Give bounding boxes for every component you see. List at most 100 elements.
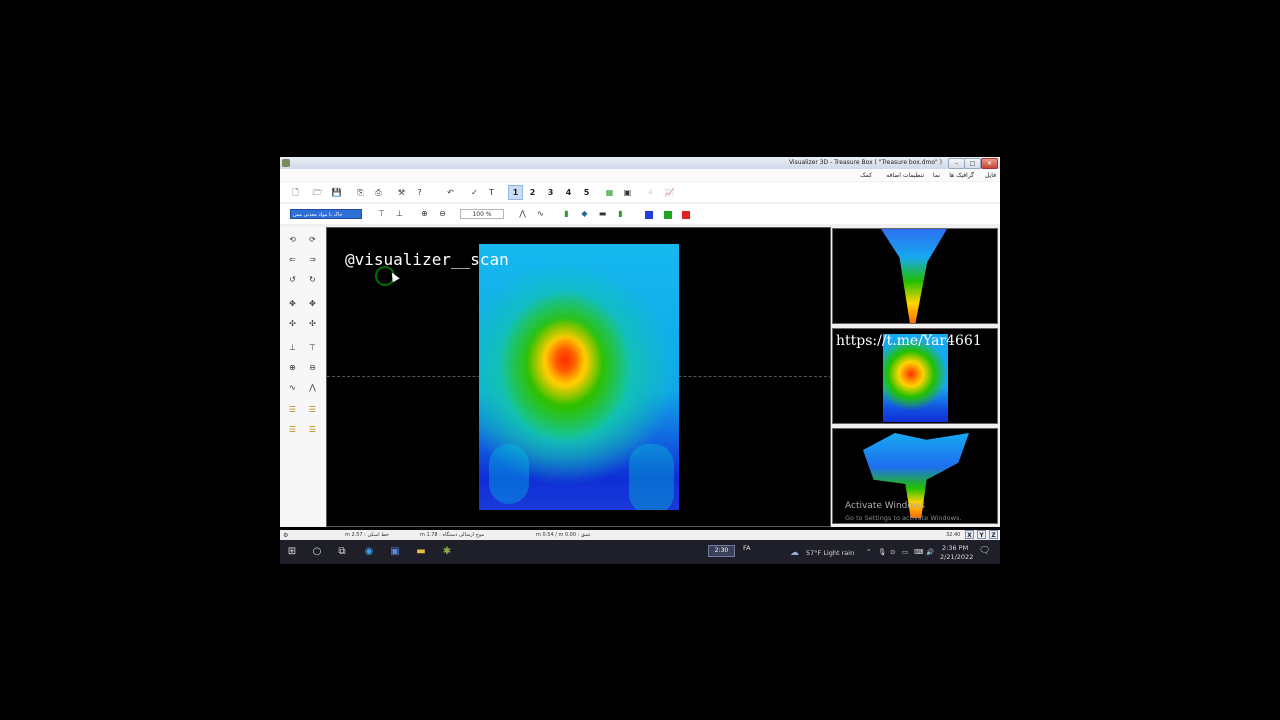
zoom-in-icon[interactable]: ⊕ <box>418 207 431 220</box>
windows-start-icon[interactable]: ⊞ <box>286 546 298 558</box>
stack-alt-icon[interactable]: ☰ <box>306 423 319 436</box>
window-title: Visualizer 3D - Treasure Box ( "Treasure… <box>788 159 942 166</box>
menu-help[interactable]: کمک <box>860 172 872 179</box>
search-icon[interactable]: ○ <box>311 546 323 558</box>
weather-text[interactable]: 57°F Light rain <box>806 549 854 557</box>
activate-windows-title: Activate Windows <box>845 501 925 511</box>
peak-side-icon[interactable]: ⋀ <box>306 381 319 394</box>
pan-alt-icon[interactable]: ✣ <box>306 317 319 330</box>
volume-icon[interactable]: 🔊 <box>926 548 934 556</box>
level-down-icon[interactable]: ⊥ <box>286 341 299 354</box>
tilt-right-icon[interactable]: ↻ <box>306 273 319 286</box>
export-icon[interactable]: ⎘ <box>354 186 367 199</box>
microphone-icon[interactable]: 🎙 <box>878 548 886 556</box>
axis-y-button[interactable]: Y <box>977 530 986 539</box>
material-select[interactable]: خاک با مواد معدنی مس <box>290 209 362 219</box>
file-explorer-icon[interactable]: ▬ <box>415 546 427 558</box>
new-file-icon[interactable]: 🗋 <box>289 186 302 199</box>
layer-icon[interactable]: ▮ <box>560 207 573 220</box>
scan-icon[interactable]: ✓ <box>468 186 481 199</box>
view-3-button[interactable]: 3 <box>544 186 557 199</box>
task-view-icon[interactable]: ⧉ <box>336 546 348 558</box>
rotate-up-left-icon[interactable]: ⟲ <box>286 233 299 246</box>
status-depth: m 0.54 / m 0.00 : عمق <box>536 532 591 538</box>
scan-canvas[interactable]: @visualizer__scan <box>326 227 831 527</box>
print-icon[interactable]: ⎙ <box>372 186 385 199</box>
open-folder-icon[interactable]: 🗁 <box>311 186 324 199</box>
close-button[interactable]: ✕ <box>981 158 998 169</box>
axis-z-button[interactable]: Z <box>989 530 998 539</box>
plane-icon[interactable]: ◆ <box>578 207 591 220</box>
control-panel-icon[interactable]: ▣ <box>389 546 401 558</box>
pan-icon[interactable]: ✣ <box>286 317 299 330</box>
visualizer-app-icon[interactable]: ✱ <box>441 546 453 558</box>
rotate-right-icon[interactable]: ⇒ <box>306 253 319 266</box>
axis-x-button[interactable]: X <box>965 530 974 539</box>
menu-settings[interactable]: تنظیمات اضافه <box>886 172 924 179</box>
status-device-wave: m 1.78 : موج ارسالی دستگاه <box>420 532 485 538</box>
maximize-button[interactable]: □ <box>964 158 981 169</box>
language-indicator[interactable]: FA <box>743 544 751 552</box>
view-2-button[interactable]: 2 <box>526 186 539 199</box>
view-5-button[interactable]: 5 <box>580 186 593 199</box>
heatmap-image <box>479 244 679 510</box>
stack-icon[interactable]: ☰ <box>286 423 299 436</box>
edge-icon[interactable]: ◉ <box>363 546 375 558</box>
heatmap-right-patch <box>629 444 674 510</box>
status-scan-line: m 2.57 : خط اسکن <box>345 532 390 538</box>
layer-down-icon[interactable]: ☰ <box>306 403 319 416</box>
preview-surface[interactable]: Activate Windows Go to Settings to activ… <box>832 428 998 524</box>
input-clock-box[interactable]: 2:30 <box>708 545 735 557</box>
color-red-button[interactable] <box>682 211 690 219</box>
zoom-out-side-icon[interactable]: ⊖ <box>306 361 319 374</box>
clock-date[interactable]: 2/21/2022 <box>940 553 973 561</box>
help-icon[interactable]: ? <box>413 186 426 199</box>
status-coordinate: 32.40 <box>946 532 961 538</box>
rotate-left-icon[interactable]: ⇐ <box>286 253 299 266</box>
notification-icon[interactable]: 🗨 <box>979 546 990 556</box>
scatter-icon[interactable]: ⁘ <box>644 186 657 199</box>
menu-graphics[interactable]: گرافیک ها <box>949 172 974 179</box>
weather-cloud-icon[interactable]: ☁ <box>790 548 799 558</box>
view-1-button[interactable]: 1 <box>508 185 523 200</box>
activate-windows-sub: Go to Settings to activate Windows. <box>845 514 962 522</box>
zoom-select[interactable]: 100 % <box>460 209 504 219</box>
bar-icon[interactable]: ▮ <box>614 207 627 220</box>
preview-heatmap[interactable]: https://t.me/Yar4661 <box>832 328 998 424</box>
color-blue-button[interactable] <box>645 211 653 219</box>
text-icon[interactable]: T <box>485 186 498 199</box>
signal-icon[interactable]: ∿ <box>286 381 299 394</box>
wave-icon[interactable]: ∿ <box>534 207 547 220</box>
layer-up-icon[interactable]: ☰ <box>286 403 299 416</box>
clock-time[interactable]: 2:36 PM <box>942 544 968 552</box>
rotate-up-right-icon[interactable]: ⟳ <box>306 233 319 246</box>
undo-icon[interactable]: ↶ <box>444 186 457 199</box>
keyboard-icon[interactable]: ⌨ <box>914 548 923 556</box>
app-icon <box>282 159 290 167</box>
top-align-icon[interactable]: ⊤ <box>375 207 388 220</box>
move-alt-icon[interactable]: ✥ <box>306 297 319 310</box>
preview-cone[interactable] <box>832 228 998 324</box>
grid-icon[interactable]: ▦ <box>603 186 616 199</box>
flat-icon[interactable]: ▬ <box>596 207 609 220</box>
peak-icon[interactable]: ⋀ <box>516 207 529 220</box>
chart-icon[interactable]: 📈 <box>663 186 676 199</box>
minimize-button[interactable]: – <box>948 158 965 169</box>
level-up-icon[interactable]: ⊤ <box>306 341 319 354</box>
zoom-in-side-icon[interactable]: ⊕ <box>286 361 299 374</box>
heatmap-left-patch <box>489 444 529 504</box>
menu-view[interactable]: نما <box>933 172 940 179</box>
bottom-align-icon[interactable]: ⊥ <box>393 207 406 220</box>
move-icon[interactable]: ✥ <box>286 297 299 310</box>
tools-icon[interactable]: ⚒ <box>395 186 408 199</box>
view-4-button[interactable]: 4 <box>562 186 575 199</box>
color-green-button[interactable] <box>664 211 672 219</box>
tray-chevron-icon[interactable]: ⌃ <box>866 548 871 556</box>
menu-file[interactable]: فایل <box>985 172 996 179</box>
window-icon[interactable]: ▣ <box>621 186 634 199</box>
battery-icon[interactable]: ▭ <box>902 548 908 556</box>
network-icon[interactable]: ⊙ <box>890 548 895 556</box>
save-icon[interactable]: 💾 <box>330 186 343 199</box>
tilt-left-icon[interactable]: ↺ <box>286 273 299 286</box>
zoom-out-icon[interactable]: ⊖ <box>436 207 449 220</box>
